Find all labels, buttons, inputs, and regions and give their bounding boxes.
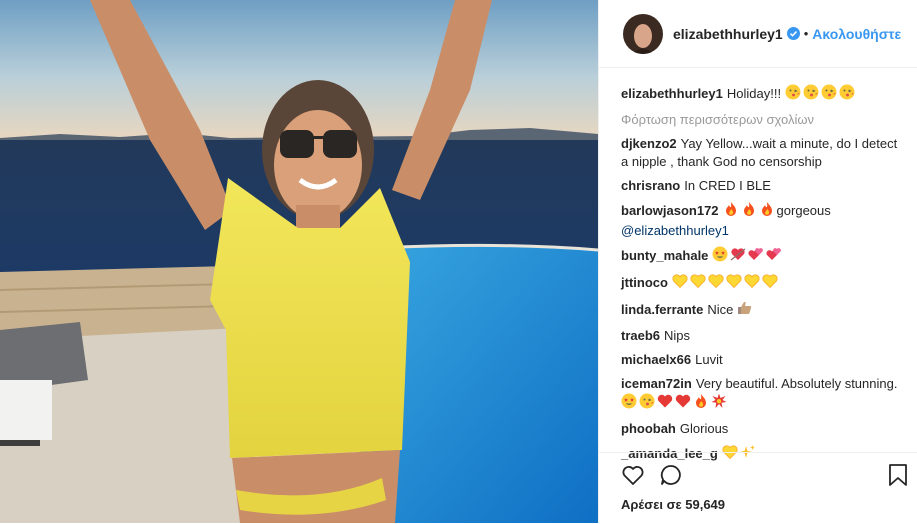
yellow-heart-emoji-icon (726, 273, 742, 294)
yellow-heart-emoji-icon (690, 273, 706, 294)
comment-username[interactable]: elizabethhurley1 (621, 86, 723, 101)
comment-item: michaelx66 Luvit (621, 351, 901, 369)
yellow-heart-emoji-icon (762, 273, 778, 294)
kiss-emoji-icon (839, 84, 855, 105)
red-heart-emoji-icon (657, 393, 673, 414)
comment-username[interactable]: michaelx66 (621, 352, 691, 367)
comment-username[interactable]: bunty_mahale (621, 248, 708, 263)
likes-count[interactable]: Αρέσει σε 59,649 (621, 497, 725, 512)
comment-item: jttinoco (621, 273, 901, 294)
comment-item: traeb6 Nips (621, 327, 901, 345)
fire-emoji-icon (759, 201, 775, 222)
comment-text: Nips (664, 328, 691, 343)
heart-arrow-emoji-icon (730, 246, 746, 267)
kiss-emoji-icon (821, 84, 837, 105)
comment-text: In CRED I BLE (684, 178, 771, 193)
fire-emoji-icon (741, 201, 757, 222)
avatar[interactable] (623, 13, 663, 54)
comment-username[interactable]: barlowjason172 (621, 203, 719, 218)
kiss-emoji-icon (639, 393, 655, 414)
header-username[interactable]: elizabethhurley1 (673, 26, 783, 42)
follow-button[interactable]: Ακολουθήστε (812, 26, 901, 42)
comment-item: barlowjason172 gorgeous @elizabethhurley1 (621, 201, 901, 240)
comment-text: gorgeous (776, 203, 831, 218)
separator-dot: • (803, 26, 809, 41)
comment-item: chrisrano In CRED I BLE (621, 177, 901, 195)
photo-image (0, 0, 598, 523)
collision-emoji-icon (711, 393, 727, 414)
mention-link[interactable]: @elizabethhurley1 (621, 223, 729, 238)
comment-item: phoobah Glorious (621, 420, 901, 438)
post-footer: Αρέσει σε 59,649 (599, 452, 917, 524)
comment-text: Luvit (695, 352, 723, 367)
comment-bubble-icon[interactable] (659, 463, 683, 490)
star-eyes-emoji-icon (712, 246, 728, 267)
kiss-emoji-icon (803, 84, 819, 105)
comment-item: bunty_mahale (621, 246, 901, 267)
comment-username[interactable]: iceman72in (621, 376, 692, 391)
hearts-emoji-icon (766, 246, 782, 267)
fire-emoji-icon (723, 201, 739, 222)
comments-list: elizabethhurley1 Holiday!!! Φόρτωση περισ… (621, 84, 901, 471)
comment-username[interactable]: phoobah (621, 421, 676, 436)
comment-text: Glorious (679, 421, 729, 436)
caption: elizabethhurley1 Holiday!!! (621, 84, 901, 105)
post-sidebar: elizabethhurley1 • Ακολουθήστε elizabeth… (598, 0, 917, 523)
comment-item: djkenzo2 Yay Yellow...wait a minute, do I… (621, 135, 901, 171)
post-photo[interactable] (0, 0, 598, 523)
bookmark-icon[interactable] (887, 463, 909, 490)
kiss-emoji-icon (785, 84, 801, 105)
yellow-heart-emoji-icon (744, 273, 760, 294)
yellow-heart-emoji-icon (708, 273, 724, 294)
red-heart-emoji-icon (675, 393, 691, 414)
star-eyes-emoji-icon (621, 393, 637, 414)
thumbs-up-emoji-icon (737, 300, 753, 321)
heart-outline-icon[interactable] (621, 463, 645, 490)
action-bar (621, 463, 683, 490)
comment-item: iceman72in Very beautiful. Absolutely stu… (621, 375, 901, 414)
comment-username[interactable]: linda.ferrante (621, 302, 703, 317)
comment-username[interactable]: chrisrano (621, 178, 680, 193)
comment-text: Holiday!!! (726, 86, 782, 101)
post-header: elizabethhurley1 • Ακολουθήστε (599, 0, 917, 68)
comment-item: linda.ferrante Nice (621, 300, 901, 321)
instagram-post: elizabethhurley1 • Ακολουθήστε elizabeth… (0, 0, 917, 523)
fire-emoji-icon (693, 393, 709, 414)
comment-username[interactable]: jttinoco (621, 275, 668, 290)
verified-badge-icon (786, 27, 800, 40)
hearts-emoji-icon (748, 246, 764, 267)
load-more-comments-link[interactable]: Φόρτωση περισσότερων σχολίων (621, 111, 901, 129)
yellow-heart-emoji-icon (672, 273, 688, 294)
comment-username[interactable]: djkenzo2 (621, 136, 677, 151)
comment-username[interactable]: traeb6 (621, 328, 660, 343)
comment-text: Very beautiful. Absolutely stunning. (695, 376, 898, 391)
comment-text: Nice (707, 302, 734, 317)
